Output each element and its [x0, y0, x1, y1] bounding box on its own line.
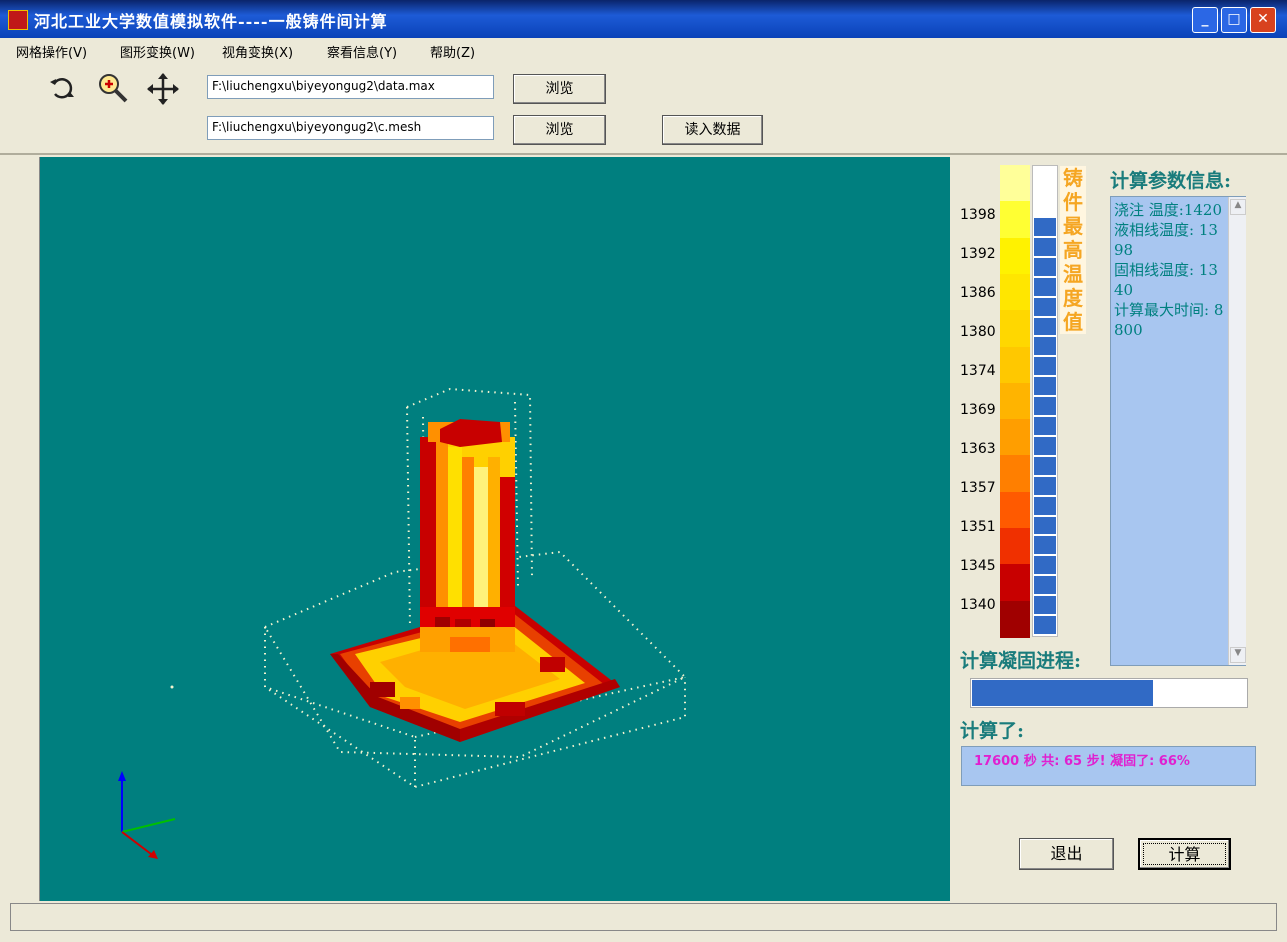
- legend-color-segment: [1000, 455, 1030, 493]
- maximize-button[interactable]: □: [1221, 7, 1247, 33]
- legend-value-block: [1034, 357, 1056, 376]
- legend-value-block: [1034, 397, 1056, 416]
- legend-tick: 1345: [960, 558, 996, 574]
- status-bar: [10, 903, 1277, 931]
- menu-bar: 网格操作(V) 图形变换(W) 视角变换(X) 察看信息(Y) 帮助(Z): [0, 38, 1287, 62]
- left-gutter: [10, 157, 40, 901]
- legend-color-segment: [1000, 491, 1030, 530]
- legend-value-block: [1034, 377, 1056, 396]
- toolbar-divider: [0, 153, 1287, 155]
- legend-title: 铸件最高温度值: [1060, 166, 1086, 334]
- legend-tick: 1380: [960, 324, 996, 340]
- menu-mesh-operations[interactable]: 网格操作(V): [16, 42, 87, 61]
- menu-view-transform[interactable]: 视角变换(X): [222, 42, 293, 61]
- legend-value-fill: [1034, 218, 1056, 636]
- scroll-down-icon[interactable]: ▼: [1230, 647, 1246, 663]
- legend-value-block: [1034, 576, 1056, 595]
- menu-view-info[interactable]: 察看信息(Y): [327, 42, 397, 61]
- mesh-file-path-input[interactable]: F:\liuchengxu\biyeyongug2\c.mesh: [207, 116, 494, 140]
- progress-fill: [972, 680, 1153, 706]
- params-title: 计算参数信息:: [1110, 170, 1232, 192]
- legend-color-segment: [1000, 310, 1030, 348]
- legend-value-block: [1034, 218, 1056, 236]
- menu-help[interactable]: 帮助(Z): [430, 42, 475, 61]
- legend-color-segment: [1000, 564, 1030, 602]
- exit-button[interactable]: 退出: [1019, 838, 1114, 870]
- minimize-button[interactable]: _: [1192, 7, 1218, 33]
- casting-column: [420, 419, 515, 652]
- legend-color-segment: [1000, 237, 1030, 275]
- legend-color-segment: [1000, 419, 1030, 457]
- legend-value-block: [1034, 436, 1056, 455]
- legend-value-block: [1034, 417, 1056, 435]
- legend-value-block: [1034, 596, 1056, 615]
- legend-value-block: [1034, 237, 1056, 256]
- scroll-up-icon[interactable]: ▲: [1230, 199, 1246, 215]
- legend-value-block: [1034, 456, 1056, 475]
- app-icon: [8, 10, 28, 30]
- axis-triad: [118, 771, 176, 859]
- legend-value-block: [1034, 616, 1056, 634]
- legend-tick: 1340: [960, 597, 996, 613]
- progress-title: 计算凝固进程:: [960, 650, 1082, 672]
- compute-button[interactable]: 计算: [1138, 838, 1231, 870]
- legend-tick: 1351: [960, 519, 996, 535]
- close-button[interactable]: ✕: [1250, 7, 1276, 33]
- read-data-button[interactable]: 读入数据: [662, 115, 763, 145]
- legend-value-block: [1034, 297, 1056, 316]
- legend-value-block: [1034, 317, 1056, 336]
- legend-tick: 1398: [960, 207, 996, 223]
- legend-tick: 1363: [960, 441, 996, 457]
- temperature-color-legend: [1000, 165, 1030, 638]
- legend-value-block: [1034, 277, 1056, 296]
- legend-color-segment: [1000, 528, 1030, 566]
- legend-value-block: [1034, 257, 1056, 276]
- legend-color-segment: [1000, 201, 1030, 239]
- legend-value-block: [1034, 556, 1056, 575]
- legend-color-segment: [1000, 600, 1030, 638]
- params-text: 浇注 温度:1420 液相线温度: 1398 固相线温度: 1340 计算最大时…: [1114, 201, 1224, 339]
- legend-tick: 1357: [960, 480, 996, 496]
- legend-tick: 1374: [960, 363, 996, 379]
- result-title: 计算了:: [960, 720, 1025, 742]
- zoom-icon[interactable]: [96, 72, 128, 104]
- params-scrollbar[interactable]: ▲ ▼: [1228, 197, 1246, 665]
- legend-value-block: [1034, 476, 1056, 495]
- legend-value-block: [1034, 496, 1056, 515]
- legend-color-segment: [1000, 273, 1030, 312]
- casting-model-render: [118, 387, 687, 859]
- legend-value-block: [1034, 536, 1056, 555]
- window-title: 河北工业大学数值模拟软件----一般铸件间计算: [34, 12, 388, 31]
- legend-value-block: [1034, 337, 1056, 356]
- legend-color-segment: [1000, 382, 1030, 421]
- pan-icon[interactable]: [146, 72, 179, 105]
- browse-mesh-button[interactable]: 浏览: [513, 115, 606, 145]
- data-file-path-input[interactable]: F:\liuchengxu\biyeyongug2\data.max: [207, 75, 494, 99]
- casting-3d-viewport[interactable]: [40, 157, 950, 901]
- legend-color-segment: [1000, 165, 1030, 203]
- menu-graphics-transform[interactable]: 图形变换(W): [120, 42, 195, 61]
- legend-value-block: [1034, 516, 1056, 535]
- legend-tick: 1369: [960, 402, 996, 418]
- rotate-icon[interactable]: [46, 72, 78, 104]
- legend-tick: 1392: [960, 246, 996, 262]
- browse-data-button[interactable]: 浏览: [513, 74, 606, 104]
- legend-color-segment: [1000, 346, 1030, 384]
- legend-tick: 1386: [960, 285, 996, 301]
- result-status-text: 17600 秒 共: 65 步! 凝固了: 66%: [974, 754, 1190, 769]
